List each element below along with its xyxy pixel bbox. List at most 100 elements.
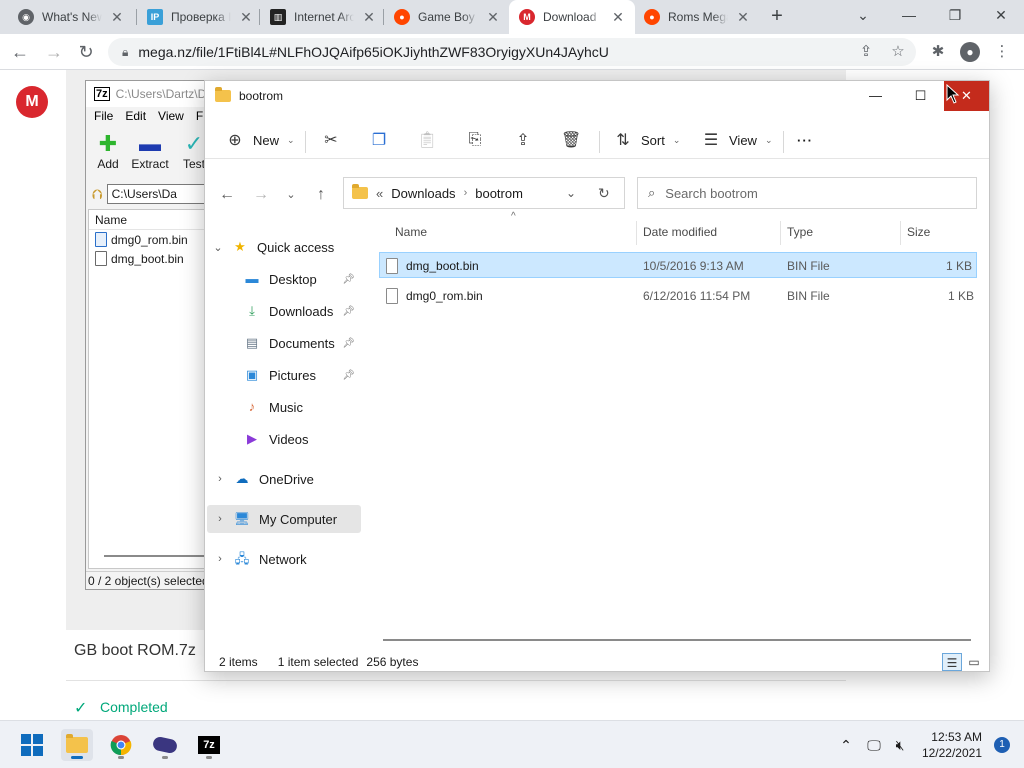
tab-ip-check[interactable]: IP Проверка IP ✕ — [137, 0, 263, 34]
forward-icon[interactable]: → — [249, 183, 273, 207]
mega-logo[interactable]: M — [16, 86, 48, 118]
add-button[interactable]: ✚ Add — [86, 131, 130, 171]
share-button[interactable]: ⇪ — [513, 127, 533, 153]
tab-download[interactable]: M Download ✕ — [509, 0, 635, 34]
paste-button[interactable]: 📋︎ — [417, 127, 437, 153]
taskbar-app[interactable] — [149, 729, 181, 761]
nav-videos[interactable]: ▶ Videos — [205, 425, 361, 453]
view-button[interactable]: ☰ View ⌄ — [701, 127, 773, 153]
7zip-file-list[interactable]: Name dmg0_rom.bin dmg_boot.bin — [88, 209, 214, 569]
search-input[interactable]: ⌕ Search bootrom — [637, 177, 977, 209]
nav-onedrive[interactable]: › ☁ OneDrive — [205, 465, 361, 493]
tab-game-boy[interactable]: ● Game Boy ✕ — [384, 0, 510, 34]
chevron-right-icon[interactable]: › — [213, 553, 227, 565]
tab-roms-mega[interactable]: ● Roms Mega ✕ — [634, 0, 760, 34]
more-options-button[interactable]: ··· — [797, 127, 813, 153]
sort-button[interactable]: ⇅ Sort ⌄ — [613, 127, 680, 153]
close-tab-icon[interactable]: ✕ — [239, 9, 253, 26]
chevron-down-icon[interactable]: ⌄ — [566, 186, 576, 200]
nav-downloads[interactable]: ⤓ Downloads 📌︎ — [205, 297, 361, 325]
volume-muted-icon[interactable]: 🔇︎ — [890, 735, 910, 755]
chevron-down-icon[interactable]: ⌄ — [211, 241, 225, 254]
close-tab-icon[interactable]: ✕ — [486, 9, 500, 26]
menu-favorites[interactable]: F — [196, 109, 203, 129]
network-display-icon[interactable]: 🖵︎ — [864, 735, 884, 755]
7zip-title-bar[interactable]: 7z C:\Users\Dartz\D — [86, 81, 214, 107]
extensions-icon[interactable]: ✱ — [926, 38, 950, 66]
close-tab-icon[interactable]: ✕ — [362, 9, 376, 26]
lock-icon[interactable]: 🔒︎ — [122, 45, 128, 60]
minimize-button[interactable]: — — [853, 81, 898, 111]
column-header-name[interactable]: Name — [89, 210, 213, 230]
breadcrumb[interactable]: « Downloads › bootrom ⌄ ↻ — [343, 177, 625, 209]
column-header-type[interactable]: Type — [787, 215, 813, 249]
7zip-window[interactable]: 7z C:\Users\Dartz\D File Edit View F ✚ A… — [85, 80, 216, 590]
rename-button[interactable]: ⎘ — [465, 127, 485, 153]
nav-network[interactable]: › 🖧︎ Network — [205, 545, 361, 573]
new-button[interactable]: ⊕ New ⌄ — [225, 127, 294, 153]
taskbar-chrome[interactable] — [105, 729, 137, 761]
file-row[interactable]: dmg0_rom.bin 6/12/2016 11:54 PM BIN File… — [379, 283, 977, 309]
nav-music[interactable]: ♪ Music — [205, 393, 361, 421]
minimize-icon[interactable]: — — [886, 0, 932, 34]
share-icon[interactable]: ⇪ — [854, 38, 878, 66]
close-tab-icon[interactable]: ✕ — [611, 9, 625, 26]
list-item[interactable]: dmg_boot.bin — [89, 249, 213, 268]
breadcrumb-downloads[interactable]: Downloads — [391, 186, 455, 201]
bookmark-star-icon[interactable]: ☆ — [886, 38, 910, 66]
tab-search-icon[interactable]: ⌄ — [840, 0, 886, 34]
refresh-icon[interactable]: ↻ — [598, 185, 610, 202]
taskbar-file-explorer[interactable] — [61, 729, 93, 761]
nav-desktop[interactable]: ▬ Desktop 📌︎ — [205, 265, 361, 293]
nav-quick-access[interactable]: ⌄ ★ Quick access — [205, 233, 361, 261]
menu-view[interactable]: View — [158, 109, 184, 129]
tiles-view-button[interactable]: ▭ — [964, 653, 984, 671]
details-view-button[interactable]: ☰ — [942, 653, 962, 671]
column-divider[interactable] — [636, 221, 637, 245]
close-tab-icon[interactable]: ✕ — [736, 9, 750, 26]
close-tab-icon[interactable]: ✕ — [110, 9, 124, 26]
clock[interactable]: 12:53 AM 12/22/2021 — [922, 729, 982, 761]
delete-button[interactable]: 🗑︎ — [561, 127, 581, 153]
up-folder-icon[interactable]: ⮉ — [92, 186, 103, 203]
column-header-date[interactable]: Date modified — [643, 215, 717, 249]
up-icon[interactable]: ↑ — [309, 183, 333, 207]
taskbar-7zip[interactable]: 7z — [193, 729, 225, 761]
breadcrumb-bootrom[interactable]: bootrom — [475, 186, 523, 201]
close-window-icon[interactable]: ✕ — [978, 0, 1024, 34]
menu-edit[interactable]: Edit — [125, 109, 146, 129]
chevron-up-icon[interactable]: ⌃ — [836, 735, 856, 755]
breadcrumb-overflow[interactable]: « — [376, 186, 383, 201]
nav-pictures[interactable]: ▣ Pictures 📌︎ — [205, 361, 361, 389]
menu-file[interactable]: File — [94, 109, 113, 129]
column-divider[interactable] — [780, 221, 781, 245]
file-explorer-window[interactable]: bootrom — ☐ ✕ ⊕ New ⌄ ✂ ❐ 📋︎ ⎘ ⇪ 🗑︎ ⇅ So… — [204, 80, 990, 672]
nav-my-computer[interactable]: › 🖥︎ My Computer — [207, 505, 361, 533]
path-field[interactable]: C:\Users\Da — [106, 184, 216, 204]
maximize-button[interactable]: ☐ — [898, 81, 943, 111]
forward-icon[interactable]: → — [42, 40, 66, 64]
new-tab-button[interactable]: + — [765, 5, 789, 29]
notification-badge[interactable]: 1 — [994, 737, 1010, 753]
column-header-name[interactable]: Name — [395, 215, 427, 249]
horizontal-scrollbar[interactable] — [383, 639, 971, 641]
recent-locations-icon[interactable]: ⌄ — [279, 183, 303, 207]
chevron-right-icon[interactable]: › — [213, 473, 227, 485]
start-button[interactable] — [16, 729, 48, 761]
profile-avatar[interactable]: ● — [958, 38, 982, 66]
tab-internet-archive[interactable]: ▥ Internet Archive ✕ — [260, 0, 386, 34]
reload-icon[interactable]: ↻ — [74, 40, 98, 64]
extract-button[interactable]: ▬ Extract — [128, 131, 172, 171]
chevron-right-icon[interactable]: › — [213, 513, 227, 525]
column-divider[interactable] — [900, 221, 901, 245]
horizontal-scrollbar[interactable] — [104, 555, 204, 557]
nav-documents[interactable]: ▤ Documents 📌︎ — [205, 329, 361, 357]
address-bar[interactable]: 🔒︎ mega.nz/file/1FtiBl4L#NLFhOJQAifp65iO… — [108, 38, 916, 66]
back-icon[interactable]: ← — [8, 40, 32, 64]
menu-icon[interactable]: ⋮ — [990, 38, 1014, 66]
column-header-size[interactable]: Size — [907, 215, 930, 249]
cut-button[interactable]: ✂ — [321, 127, 341, 153]
file-row[interactable]: dmg_boot.bin 10/5/2016 9:13 AM BIN File … — [379, 252, 977, 278]
copy-button[interactable]: ❐ — [369, 127, 389, 153]
restore-icon[interactable]: ❐ — [932, 0, 978, 34]
